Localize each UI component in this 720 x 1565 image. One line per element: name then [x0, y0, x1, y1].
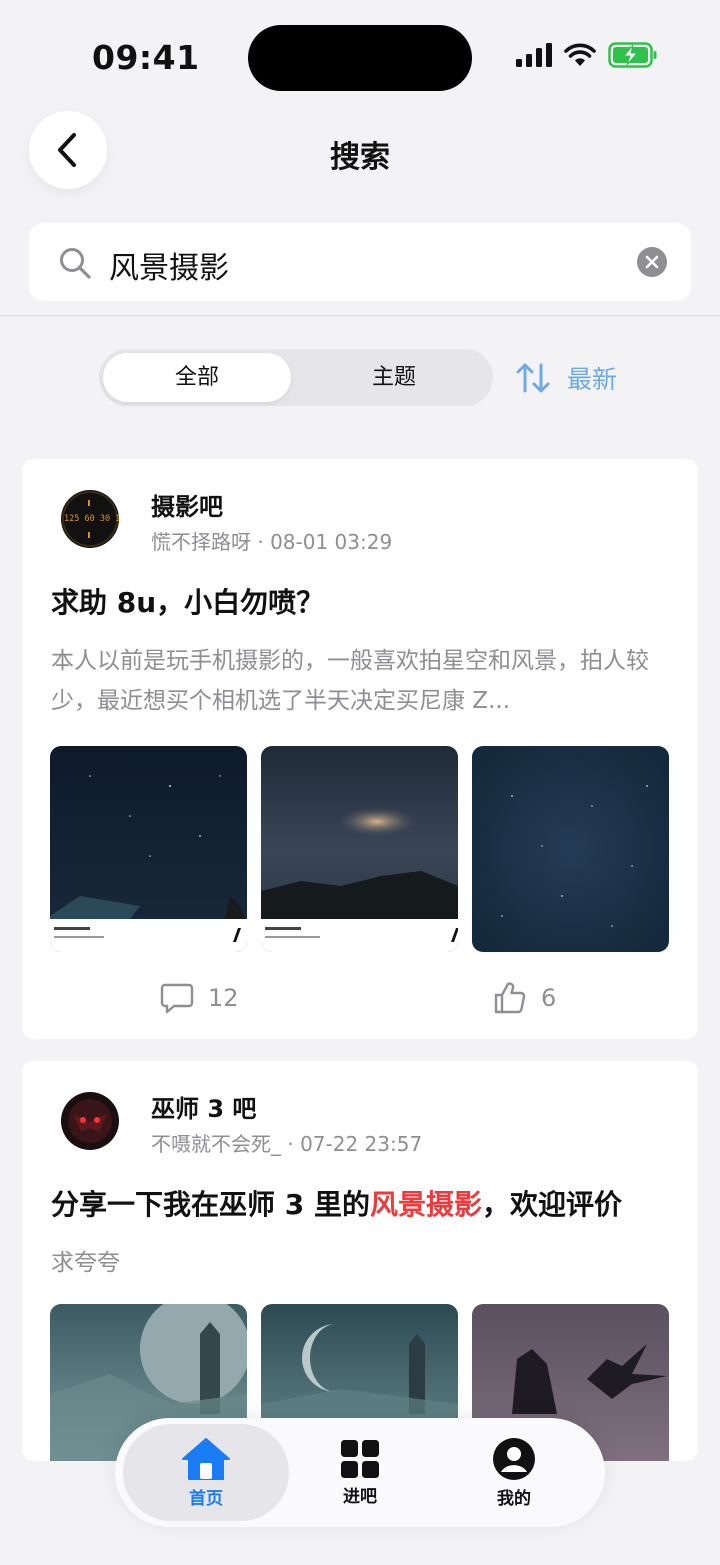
close-icon [645, 255, 659, 269]
profile-icon [493, 1437, 535, 1480]
tab-home[interactable]: 首页 [123, 1424, 289, 1521]
sort-label: 最新 [567, 365, 618, 394]
tab-profile[interactable]: 我的 [431, 1424, 597, 1521]
avatar[interactable] [61, 1092, 119, 1150]
grid-icon [341, 1439, 379, 1478]
post-images [50, 746, 669, 952]
wifi-icon [564, 43, 596, 66]
comment-count: 12 [208, 984, 239, 1012]
post-meta: 不嗫就不会死_ · 07-22 23:57 [151, 1128, 422, 1157]
segment-topic[interactable]: 主题 [299, 353, 489, 402]
post-image[interactable] [472, 746, 669, 952]
tab-label: 进吧 [343, 1486, 377, 1507]
post-title[interactable]: 分享一下我在巫师 3 里的风景摄影，欢迎评价 [51, 1183, 622, 1223]
tab-bar: 首页 进吧 我的 [115, 1418, 605, 1527]
author-name[interactable]: 慌不择路呀 [151, 530, 251, 554]
search-icon [60, 248, 91, 279]
svg-text:125 60 30 15: 125 60 30 15 [64, 514, 119, 524]
post-card[interactable]: 125 60 30 15 摄影吧 慌不择路呀 · 08-01 03:29 求助 … [22, 459, 698, 1039]
sort-button[interactable]: 最新 [515, 360, 617, 396]
status-bar: 09:41 [0, 0, 720, 110]
comment-icon [160, 983, 194, 1014]
cellular-signal-icon [516, 43, 552, 67]
clear-search-button[interactable] [637, 247, 667, 277]
title-highlight: 风景摄影 [369, 1188, 482, 1221]
segmented-control: 全部 主题 [99, 349, 493, 406]
page-title: 搜索 [330, 140, 390, 175]
post-image[interactable] [50, 746, 247, 952]
segment-all[interactable]: 全部 [103, 353, 291, 402]
thumbs-up-icon [494, 982, 526, 1014]
search-field[interactable]: 风景摄影 [29, 223, 691, 301]
forum-name[interactable]: 摄影吧 [151, 487, 223, 522]
search-input[interactable]: 风景摄影 [109, 243, 229, 287]
battery-charging-icon [608, 42, 657, 68]
avatar[interactable]: 125 60 30 15 [61, 490, 119, 548]
post-excerpt[interactable]: 求夸夸 [51, 1243, 671, 1283]
tab-label: 我的 [497, 1488, 531, 1509]
post-meta: 慌不择路呀 · 08-01 03:29 [151, 526, 392, 555]
meta-separator: · [257, 530, 271, 554]
status-time: 09:41 [92, 38, 200, 77]
sort-arrows-icon [516, 363, 550, 393]
author-name[interactable]: 不嗫就不会死_ [151, 1132, 281, 1156]
post-excerpt[interactable]: 本人以前是玩手机摄影的，一般喜欢拍星空和风景，拍人较少，最近想买个相机选了半天决… [51, 641, 671, 721]
comment-button[interactable]: 12 [160, 981, 239, 1015]
home-icon [182, 1437, 230, 1480]
tab-forum[interactable]: 进吧 [277, 1424, 443, 1521]
tab-label: 首页 [189, 1488, 223, 1509]
post-time: 08-01 03:29 [270, 530, 393, 554]
post-card[interactable]: 巫师 3 吧 不嗫就不会死_ · 07-22 23:57 分享一下我在巫师 3 … [22, 1061, 698, 1461]
like-count: 6 [541, 984, 557, 1012]
meta-separator: · [287, 1132, 301, 1156]
dynamic-island [248, 25, 472, 91]
post-image[interactable] [261, 746, 458, 952]
like-button[interactable]: 6 [493, 981, 556, 1015]
title-text: ，欢迎评价 [482, 1188, 623, 1221]
divider [0, 315, 720, 316]
forum-name[interactable]: 巫师 3 吧 [151, 1089, 256, 1124]
status-icons [516, 42, 658, 68]
title-text: 分享一下我在巫师 3 里的 [51, 1188, 370, 1221]
post-time: 07-22 23:57 [300, 1132, 423, 1156]
post-title[interactable]: 求助 8u，小白勿喷？ [51, 581, 324, 621]
